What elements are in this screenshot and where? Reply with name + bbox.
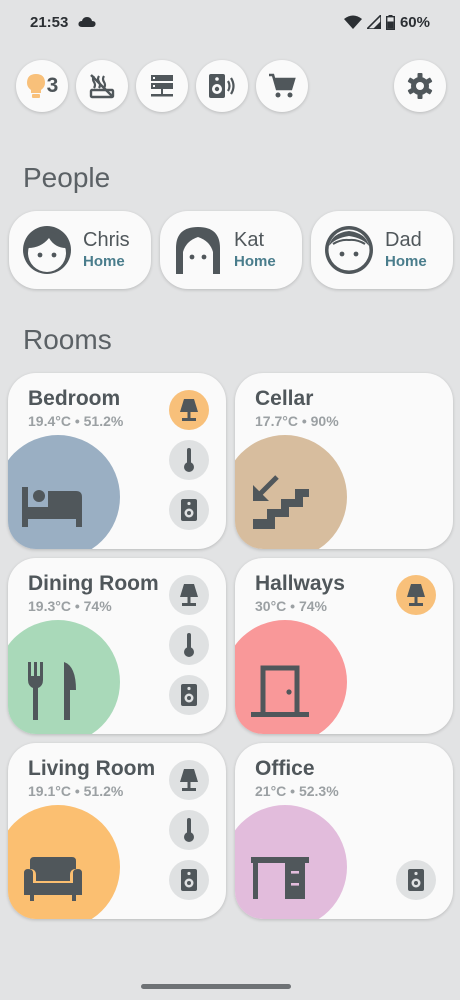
stairs-down-icon	[253, 475, 309, 529]
rooms-section-title: Rooms	[23, 324, 112, 355]
door-icon	[251, 665, 309, 717]
cutlery-icon	[28, 662, 76, 720]
heating-off-icon	[88, 72, 116, 100]
cart-icon	[268, 72, 296, 100]
room-name: Hallways	[255, 572, 345, 595]
speaker-button[interactable]	[396, 860, 436, 900]
person-avatar-icon	[23, 226, 71, 274]
sofa-icon	[24, 857, 82, 901]
lamp-toggle-off[interactable]	[169, 575, 209, 615]
thermometer-icon	[184, 448, 194, 472]
gesture-nav-handle[interactable]	[141, 984, 291, 989]
lamp-icon	[180, 584, 198, 606]
room-stats: 21°C • 52.3%	[255, 783, 339, 799]
speaker-icon	[207, 72, 237, 100]
thermometer-button[interactable]	[169, 625, 209, 665]
room-name: Dining Room	[28, 572, 159, 595]
people-section-title: People	[23, 162, 111, 193]
status-bar: 21:53 60%	[0, 0, 460, 44]
bed-icon	[22, 487, 82, 527]
lamp-toggle-on[interactable]	[396, 575, 436, 615]
person-card-chris[interactable]: Chris Home	[9, 211, 151, 289]
lightbulb-icon	[26, 73, 46, 99]
speaker-button[interactable]	[169, 490, 209, 530]
battery-percent: 60%	[399, 13, 430, 31]
signal-icon	[366, 15, 381, 29]
person-name: Chris	[83, 229, 130, 251]
room-card-office[interactable]: Office 21°C • 52.3%	[235, 743, 453, 919]
wifi-icon	[343, 15, 362, 29]
cloud-icon	[78, 16, 96, 28]
room-stats: 19.3°C • 74%	[28, 598, 112, 614]
speaker-icon	[181, 684, 197, 706]
lamp-icon	[407, 584, 425, 606]
person-card-dad[interactable]: Dad Home	[311, 211, 453, 289]
person-status: Home	[385, 253, 427, 270]
room-stats: 19.1°C • 51.2%	[28, 783, 124, 799]
person-status: Home	[83, 253, 125, 270]
heating-chip[interactable]	[76, 60, 128, 112]
room-name: Office	[255, 757, 315, 780]
room-card-hallways[interactable]: Hallways 30°C • 74%	[235, 558, 453, 734]
speaker-button[interactable]	[169, 675, 209, 715]
room-stats: 19.4°C • 51.2%	[28, 413, 124, 429]
status-time: 21:53	[30, 13, 69, 31]
quick-action-bar: 3	[16, 60, 446, 112]
lamp-icon	[180, 399, 198, 421]
thermometer-icon	[184, 633, 194, 657]
thermometer-button[interactable]	[169, 810, 209, 850]
person-card-kat[interactable]: Kat Home	[160, 211, 302, 289]
speaker-chip[interactable]	[196, 60, 248, 112]
speaker-icon	[181, 499, 197, 521]
room-card-dining-room[interactable]: Dining Room 19.3°C • 74%	[8, 558, 226, 734]
server-chip[interactable]	[136, 60, 188, 112]
lights-on-chip[interactable]: 3	[16, 60, 68, 112]
person-avatar-icon	[325, 226, 373, 274]
person-name: Dad	[385, 229, 422, 251]
room-stats: 30°C • 74%	[255, 598, 327, 614]
person-name: Kat	[234, 229, 265, 251]
lights-on-count: 3	[46, 74, 59, 97]
lamp-icon	[180, 769, 198, 791]
room-card-bedroom[interactable]: Bedroom 19.4°C • 51.2%	[8, 373, 226, 549]
speaker-icon	[181, 869, 197, 891]
server-icon	[149, 73, 175, 99]
speaker-icon	[408, 869, 424, 891]
settings-button[interactable]	[394, 60, 446, 112]
room-card-living-room[interactable]: Living Room 19.1°C • 51.2%	[8, 743, 226, 919]
room-name: Living Room	[28, 757, 156, 780]
desk-icon	[251, 857, 309, 899]
person-status: Home	[234, 253, 276, 270]
thermometer-icon	[184, 818, 194, 842]
room-card-cellar[interactable]: Cellar 17.7°C • 90%	[235, 373, 453, 549]
gear-icon	[406, 72, 434, 100]
speaker-button[interactable]	[169, 860, 209, 900]
lamp-toggle-off[interactable]	[169, 760, 209, 800]
person-avatar-icon	[176, 227, 220, 274]
thermometer-button[interactable]	[169, 440, 209, 480]
room-stats: 17.7°C • 90%	[255, 413, 339, 429]
battery-icon	[385, 14, 395, 30]
lamp-toggle-on[interactable]	[169, 390, 209, 430]
room-name: Cellar	[255, 387, 314, 410]
shopping-cart-chip[interactable]	[256, 60, 308, 112]
room-name: Bedroom	[28, 387, 121, 410]
